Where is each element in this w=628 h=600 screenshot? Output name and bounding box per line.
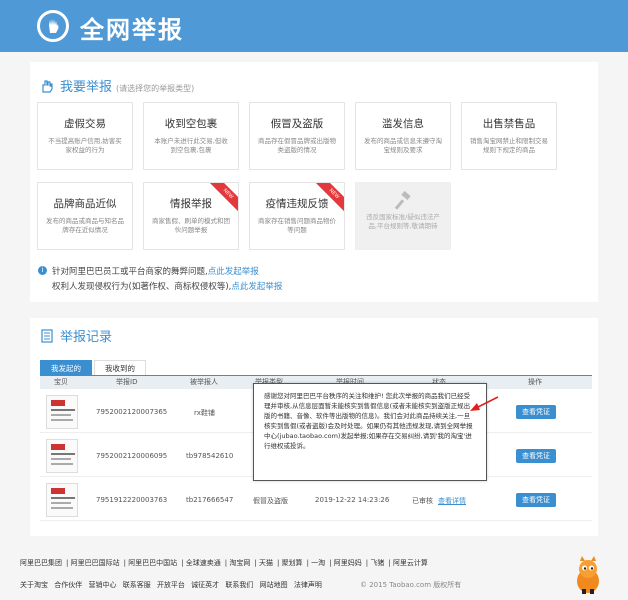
footer-link[interactable]: 关于淘宝 <box>20 581 48 589</box>
col-report-id: 举报ID <box>116 378 138 386</box>
card-empty-package[interactable]: 收到空包裹 本账户未进行此交易,但收到空包裹,包裹 <box>143 102 239 170</box>
card-title: 疫情违规反馈 <box>265 198 329 210</box>
report-target: tb978542610 <box>186 452 234 460</box>
footer-link[interactable]: 一淘 <box>311 559 325 567</box>
view-evidence-button[interactable]: 查看凭证 <box>516 405 556 419</box>
view-evidence-button[interactable]: 查看凭证 <box>516 493 556 507</box>
footer-link[interactable]: 诚征英才 <box>191 581 219 589</box>
card-spam-info[interactable]: 滥发信息 发布的商品或信息未遵守淘宝规则及要求 <box>355 102 451 170</box>
card-title: 出售禁售品 <box>482 118 536 130</box>
info-icon: i <box>38 266 47 275</box>
copyright: © 2015 Taobao.com 版权所有 <box>360 581 462 589</box>
report-id: 7952002120006095 <box>96 452 168 460</box>
infringement-report-link[interactable]: 点此发起举报 <box>231 282 282 292</box>
footer-group-links: 阿里巴巴集团 | 阿里巴巴国际站 | 阿里巴巴中国站 | 全球速卖通 | 淘宝网 | 天猫… <box>20 559 428 567</box>
card-title: 收到空包裹 <box>164 118 218 130</box>
footer-link[interactable]: 法律声明 <box>294 581 322 589</box>
records-section-title: 举报记录 <box>60 330 113 345</box>
report-status: 已审核 <box>412 497 433 505</box>
card-title: 假冒及盗版 <box>270 118 324 130</box>
tab-received[interactable]: 我收到的 <box>94 360 146 376</box>
footer-link[interactable]: 阿里妈妈 <box>334 559 362 567</box>
header-bar: 全网举报 <box>0 0 628 52</box>
footer-link[interactable]: 联系我们 <box>225 581 253 589</box>
footer-link[interactable]: 淘宝网 <box>229 559 250 567</box>
report-section-title: 我要举报 <box>60 80 113 95</box>
footer-link[interactable]: 阿里巴巴中国站 <box>128 559 177 567</box>
card-desc: 销售淘宝网禁止和限制交易规则下规定的商品 <box>470 137 548 154</box>
note-text: 权利人发现侵权行为(如著作权、商标权侵权等), <box>52 282 232 292</box>
card-fake-transaction[interactable]: 虚假交易 不当提高账户信用,妨害买家权益的行为 <box>37 102 133 170</box>
report-section-header: 我要举报 (请选择您的举报类型) <box>40 76 194 95</box>
report-id: 7952002120007365 <box>96 408 168 416</box>
footer-link[interactable]: 全球速卖通 <box>186 559 221 567</box>
footer-link[interactable]: 阿里巴巴国际站 <box>71 559 120 567</box>
card-intel-report[interactable]: NEW 情报举报 商家售假、刷单的模式和团伙问题举报 <box>143 182 239 250</box>
footer-link[interactable]: 联系客服 <box>123 581 151 589</box>
note-rights-infringement: 权利人发现侵权行为(如著作权、商标权侵权等),点此发起举报 <box>52 280 282 292</box>
product-thumbnail[interactable] <box>46 483 78 517</box>
report-target: tb217666547 <box>186 496 234 504</box>
product-thumbnail[interactable] <box>46 395 78 429</box>
report-section-subtitle: (请选择您的举报类型) <box>116 84 195 93</box>
arrow-annotation <box>470 396 499 411</box>
gavel-icon <box>394 191 411 210</box>
footer-link[interactable]: 开放平台 <box>157 581 185 589</box>
card-desc: 商家存在销售问题商品物价等问题 <box>258 217 336 234</box>
card-prohibited-goods[interactable]: 出售禁售品 销售淘宝网禁止和限制交易规则下规定的商品 <box>461 102 557 170</box>
footer-link[interactable]: 聚划算 <box>282 559 303 567</box>
card-title: 虚假交易 <box>64 118 106 130</box>
view-details-link[interactable]: 查看详情 <box>438 496 466 506</box>
page-title: 全网举报 <box>80 16 184 44</box>
footer-link[interactable]: 营销中心 <box>88 581 116 589</box>
col-action: 操作 <box>528 378 542 386</box>
footer-link[interactable]: 天猫 <box>259 559 273 567</box>
footer-link[interactable]: 网站地图 <box>260 581 288 589</box>
tab-initiated[interactable]: 我发起的 <box>40 360 92 376</box>
popup-text: 感谢您对阿里巴巴平台秩序的关注和维护! 您此次举报的商品我们已经受理并审核,从信… <box>264 392 473 450</box>
card-title: 滥发信息 <box>382 118 424 130</box>
document-icon <box>41 328 53 343</box>
footer-link[interactable]: 飞猪 <box>370 559 384 567</box>
card-desc: 发布的商品或商品与知名品牌存在近似情况 <box>46 217 124 234</box>
card-coming-soon: 违反国家标准/疑似违法产品,平台规则等,敬请期待 <box>355 182 451 250</box>
card-desc: 不当提高账户信用,妨害买家权益的行为 <box>48 137 122 154</box>
card-counterfeit[interactable]: 假冒及盗版 商品存在假冒品牌或出版物类盗版的情况 <box>249 102 345 170</box>
report-time: 2019-12-22 14:23:26 <box>315 496 390 504</box>
footer-link[interactable]: 阿里云计算 <box>393 559 428 567</box>
employee-fraud-report-link[interactable]: 点此发起举报 <box>208 267 259 277</box>
card-desc: 商品存在假冒品牌或出版物类盗版的情况 <box>258 137 336 154</box>
footer-link[interactable]: 合作伙伴 <box>54 581 82 589</box>
card-desc: 发布的商品或信息未遵守淘宝规则及要求 <box>364 137 442 154</box>
col-target: 被举报人 <box>190 378 218 386</box>
table-row: 7951912220003763 tb217666547 假冒及盗版 2019-… <box>40 479 592 521</box>
records-tabs: 我发起的 我收到的 <box>40 360 148 376</box>
note-employee-fraud: 针对阿里巴巴员工或平台商家的舞弊问题,点此发起举报 <box>52 265 259 277</box>
details-popup: 感谢您对阿里巴巴平台秩序的关注和维护! 您此次举报的商品我们已经受理并审核,从信… <box>253 383 487 481</box>
card-brand-similarity[interactable]: 品牌商品近似 发布的商品或商品与知名品牌存在近似情况 <box>37 182 133 250</box>
card-desc: 违反国家标准/疑似违法产品,平台规则等,敬请期待 <box>366 213 440 230</box>
card-epidemic-violation[interactable]: NEW 疫情违规反馈 商家存在销售问题商品物价等问题 <box>249 182 345 250</box>
card-desc: 本账户未进行此交易,但收到空包裹,包裹 <box>154 137 228 154</box>
col-item: 宝贝 <box>54 378 68 386</box>
hand-icon <box>42 79 53 93</box>
note-text: 针对阿里巴巴员工或平台商家的舞弊问题, <box>52 267 208 277</box>
footer-link[interactable]: 阿里巴巴集团 <box>20 559 62 567</box>
report-id: 7951912220003763 <box>96 496 168 504</box>
footer-site-links: 关于淘宝 合作伙伴 营销中心 联系客服 开放平台 诚征英才 联系我们 网站地图 … <box>20 580 326 590</box>
mascot-icon <box>577 556 599 594</box>
card-desc: 商家售假、刷单的模式和团伙问题举报 <box>152 217 230 234</box>
view-evidence-button[interactable]: 查看凭证 <box>516 449 556 463</box>
report-type: 假冒及盗版 <box>253 497 288 505</box>
card-title: 情报举报 <box>170 198 212 210</box>
product-thumbnail[interactable] <box>46 439 78 473</box>
card-title: 品牌商品近似 <box>53 198 117 210</box>
report-target: rx鞋铺 <box>194 409 215 417</box>
records-section-header: 举报记录 <box>40 326 112 345</box>
hand-stop-icon <box>37 10 69 42</box>
